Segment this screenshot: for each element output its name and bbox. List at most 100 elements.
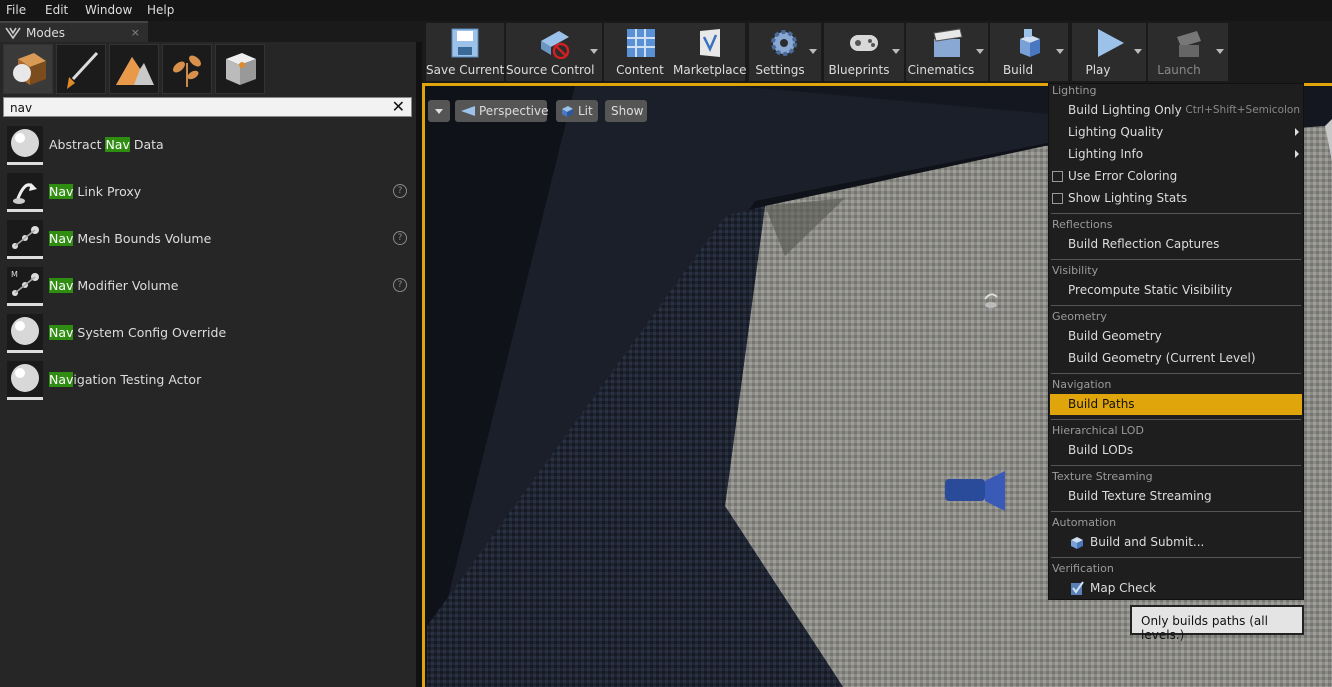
menu-window[interactable]: Window — [85, 3, 132, 17]
tooltip-text: Only builds paths (all levels.) — [1141, 614, 1268, 642]
save-current-button[interactable]: Save Current — [426, 23, 504, 81]
help-icon[interactable]: ? — [393, 278, 407, 292]
modes-icon — [5, 27, 21, 40]
item-label: System Config Override — [73, 325, 227, 340]
chevron-right-icon — [1295, 150, 1299, 158]
chevron-down-icon[interactable] — [590, 49, 598, 54]
clear-search-icon[interactable]: ✕ — [392, 97, 405, 116]
search-box: ✕ — [3, 97, 412, 117]
viewport-options-button[interactable] — [428, 100, 450, 122]
gamepad-icon — [850, 35, 878, 51]
sphere-thumbnail-icon — [7, 361, 43, 400]
section-automation: Automation — [1052, 516, 1117, 529]
build-lighting-only-item[interactable]: Build Lighting Only Ctrl+Shift+Semicolon — [1050, 100, 1302, 121]
divider — [1051, 305, 1301, 306]
menu-edit[interactable]: Edit — [45, 3, 68, 17]
use-error-coloring-item[interactable]: Use Error Coloring — [1050, 166, 1302, 187]
section-hierarchical-lod: Hierarchical LOD — [1052, 424, 1144, 437]
item-label: Modifier Volume — [73, 278, 179, 293]
list-item[interactable]: Nav System Config Override — [0, 312, 416, 358]
build-dropdown-menu: Lighting Build Lighting Only Ctrl+Shift+… — [1048, 83, 1304, 600]
lighting-info-item[interactable]: Lighting Info — [1050, 144, 1302, 165]
search-input[interactable] — [8, 99, 382, 117]
landscape-mode-button[interactable] — [109, 44, 159, 94]
build-button[interactable]: Build — [990, 23, 1068, 81]
build-lods-item[interactable]: Build LODs — [1050, 440, 1302, 461]
perspective-icon — [461, 106, 475, 116]
chevron-down-icon[interactable] — [976, 49, 984, 54]
divider — [1051, 557, 1301, 558]
list-item[interactable]: Abstract Nav Data — [0, 124, 416, 170]
chevron-right-icon — [1295, 128, 1299, 136]
content-button[interactable]: Content — [604, 23, 676, 81]
list-item[interactable]: Nav Mesh Bounds Volume ? — [0, 218, 416, 264]
item-label: Mesh Bounds Volume — [73, 231, 212, 246]
chevron-down-icon[interactable] — [892, 49, 900, 54]
build-blocks-icon — [1020, 29, 1040, 57]
divider — [1051, 465, 1301, 466]
precompute-static-visibility-item[interactable]: Precompute Static Visibility — [1050, 280, 1302, 301]
chevron-down-icon[interactable] — [1216, 49, 1224, 54]
place-mode-icon — [13, 53, 46, 85]
divider — [1051, 259, 1301, 260]
lit-cube-icon — [562, 106, 573, 117]
lighting-quality-item[interactable]: Lighting Quality — [1050, 122, 1302, 143]
chevron-down-icon[interactable] — [809, 49, 817, 54]
build-reflection-captures-item[interactable]: Build Reflection Captures — [1050, 234, 1302, 255]
modes-tab[interactable]: Modes × — [0, 21, 148, 44]
close-icon[interactable]: × — [131, 26, 140, 39]
paint-mode-button[interactable] — [56, 44, 106, 94]
build-geometry-item[interactable]: Build Geometry — [1050, 326, 1302, 347]
map-check-item[interactable]: Map Check — [1050, 578, 1302, 599]
chevron-down-icon[interactable] — [1134, 49, 1142, 54]
source-control-button[interactable]: Source Control — [506, 23, 602, 81]
marketplace-button[interactable]: Marketplace — [673, 23, 747, 81]
help-icon[interactable]: ? — [393, 231, 407, 245]
section-verification: Verification — [1052, 562, 1114, 575]
item-label: igation Testing Actor — [73, 372, 202, 387]
save-icon — [451, 28, 479, 58]
checkbox[interactable] — [1052, 171, 1063, 182]
checkbox[interactable] — [1052, 193, 1063, 204]
place-mode-button[interactable] — [3, 44, 53, 94]
marketplace-icon — [700, 29, 720, 57]
list-item[interactable]: Nav Link Proxy ? — [0, 171, 416, 217]
section-reflections: Reflections — [1052, 218, 1113, 231]
volume-icon — [7, 220, 43, 259]
lit-mode-button[interactable]: Lit — [556, 100, 598, 122]
build-paths-item[interactable]: Build Paths — [1050, 394, 1302, 415]
launch-button[interactable]: Launch — [1148, 23, 1228, 81]
chevron-down-icon[interactable] — [1056, 49, 1064, 54]
help-icon[interactable]: ? — [393, 184, 407, 198]
menu-help[interactable]: Help — [147, 3, 174, 17]
match-highlight: Nav — [49, 278, 74, 293]
geometry-cube-icon — [226, 53, 256, 85]
gear-icon — [771, 30, 797, 56]
item-label: Link Proxy — [73, 184, 142, 199]
match-highlight: Nav — [105, 137, 130, 152]
build-texture-streaming-item[interactable]: Build Texture Streaming — [1050, 486, 1302, 507]
tooltip: Only builds paths (all levels.) — [1130, 605, 1304, 642]
menu-file[interactable]: File — [6, 3, 26, 17]
build-geometry-current-level-item[interactable]: Build Geometry (Current Level) — [1050, 348, 1302, 369]
source-control-icon — [541, 31, 570, 59]
paint-brush-icon — [67, 51, 99, 89]
show-button[interactable]: Show — [605, 100, 647, 122]
divider — [1051, 373, 1301, 374]
geometry-edit-mode-button[interactable] — [215, 44, 265, 94]
shortcut-label: Ctrl+Shift+Semicolon — [1185, 104, 1300, 116]
build-and-submit-item[interactable]: Build and Submit... — [1050, 532, 1302, 553]
nav-link-proxy-icon — [7, 173, 43, 212]
settings-button[interactable]: Settings — [749, 23, 821, 81]
show-lighting-stats-item[interactable]: Show Lighting Stats — [1050, 188, 1302, 209]
blueprints-button[interactable]: Blueprints — [824, 23, 904, 81]
foliage-mode-button[interactable] — [162, 44, 212, 94]
list-item[interactable]: Navigation Testing Actor — [0, 359, 416, 405]
play-button[interactable]: Play — [1072, 23, 1146, 81]
section-texture-streaming: Texture Streaming — [1052, 470, 1153, 483]
perspective-button[interactable]: Perspective — [455, 100, 549, 122]
foliage-icon — [173, 55, 201, 87]
list-item[interactable]: M Nav Modifier Volume ? — [0, 265, 416, 311]
cinematics-button[interactable]: Cinematics — [906, 23, 988, 81]
content-browser-icon — [627, 29, 655, 57]
